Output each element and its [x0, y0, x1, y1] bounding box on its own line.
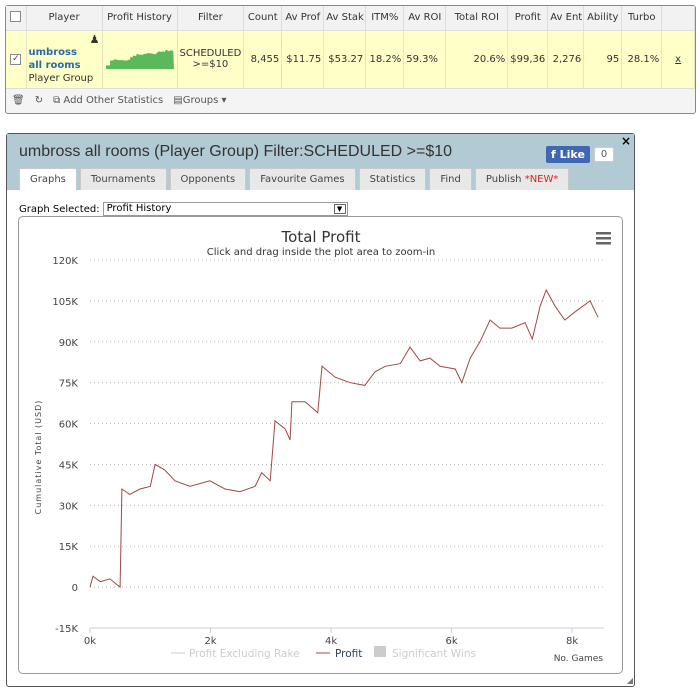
player-link[interactable]: umbross all rooms — [29, 46, 89, 72]
like-button[interactable]: f Like — [546, 146, 590, 163]
tab-opponents[interactable]: Opponents — [169, 168, 247, 190]
y-tick-label: 75K — [59, 379, 79, 390]
y-tick-label: 15K — [59, 542, 79, 553]
legend-sig-wins[interactable]: Significant Wins — [392, 648, 476, 660]
player-cell: ♟ umbross all rooms Player Group — [26, 29, 103, 88]
legend: Profit Excluding Rake Profit Significant… — [171, 646, 476, 660]
graph-select-label: Graph Selected: — [19, 203, 100, 215]
col-player[interactable]: Player — [26, 6, 103, 30]
player-sub: Player Group — [28, 73, 94, 85]
itm-cell: 18.2% — [365, 29, 405, 88]
count-cell: 8,455 — [243, 29, 283, 88]
col-av-entrants[interactable]: Av Ent — [547, 6, 585, 30]
y-tick-label: 120K — [52, 256, 78, 267]
groups-label: Groups — [182, 95, 219, 106]
legend-profit[interactable]: Profit — [335, 648, 362, 660]
chart-container: Total Profit Click and drag inside the p… — [18, 216, 623, 674]
refresh-icon[interactable]: ↻ — [35, 95, 43, 106]
tab-statistics[interactable]: Statistics — [358, 168, 427, 190]
chart-subtitle: Click and drag inside the plot area to z… — [207, 247, 435, 258]
total-roi-cell: 20.6% — [445, 29, 509, 88]
y-tick-label: 0 — [72, 583, 78, 594]
publish-label: Publish — [485, 174, 525, 185]
row-checkbox[interactable]: ✓ — [6, 29, 27, 88]
new-badge: *NEW* — [524, 174, 559, 185]
tab-find[interactable]: Find — [429, 168, 472, 190]
facebook-icon: f — [551, 148, 556, 161]
col-profit[interactable]: Profit — [507, 6, 549, 30]
chevron-down-icon[interactable]: ▼ — [333, 204, 346, 214]
panel-header: umbross all rooms (Player Group) Filter:… — [7, 134, 634, 190]
graph-select-value: Profit History — [106, 203, 172, 214]
series-line-profit — [89, 288, 599, 589]
col-av-stake[interactable]: Av Stak — [323, 6, 367, 30]
resize-handle[interactable]: ◢ — [627, 676, 633, 685]
profit-chart[interactable]: Total Profit Click and drag inside the p… — [19, 217, 622, 673]
col-turbo[interactable]: Turbo — [621, 6, 663, 30]
chart-title: Total Profit — [281, 228, 361, 246]
col-total-roi[interactable]: Total ROI — [445, 6, 509, 30]
remove-row-button[interactable]: x — [661, 29, 695, 88]
profit-sparkline — [102, 29, 178, 88]
filter-cell: SCHEDULED >=$10 — [177, 29, 245, 88]
facebook-like[interactable]: f Like 0 — [546, 146, 615, 163]
trash-icon[interactable]: 🗑 — [12, 95, 25, 106]
tab-graphs[interactable]: Graphs — [19, 168, 77, 190]
like-count: 0 — [593, 147, 615, 162]
like-label: Like — [559, 148, 585, 161]
x-axis-label: No. Games — [554, 654, 604, 664]
x-tick-label: 8k — [566, 636, 578, 647]
col-filter[interactable]: Filter — [177, 6, 245, 30]
y-axis-label: Cumulative Total (USD) — [34, 400, 43, 515]
groups-dropdown[interactable]: ▤Groups ▾ — [173, 95, 226, 106]
col-av-roi[interactable]: Av ROI — [403, 6, 447, 30]
x-tick-label: 0k — [84, 636, 96, 647]
col-count[interactable]: Count — [243, 6, 283, 30]
menu-icon[interactable] — [596, 232, 611, 245]
graph-panel: umbross all rooms (Player Group) Filter:… — [6, 133, 635, 687]
col-itm[interactable]: ITM% — [365, 6, 405, 30]
ability-cell: 95 — [583, 29, 623, 88]
y-tick-label: 45K — [59, 460, 79, 471]
tab-favourite-games[interactable]: Favourite Games — [249, 168, 356, 190]
player-icon: ♟ — [89, 33, 100, 47]
legend-swatch-sig-wins — [374, 646, 386, 657]
av-profit-cell: $11.75 — [281, 29, 325, 88]
add-stats-label: Add Other Statistics — [63, 95, 164, 106]
y-tick-label: -15K — [55, 624, 78, 635]
player-stats-table: Player Profit History Filter Count Av Pr… — [5, 5, 696, 114]
av-roi-cell: 59.3% — [403, 29, 447, 88]
col-ability[interactable]: Ability — [583, 6, 623, 30]
x-tick-label: 6k — [445, 636, 457, 647]
col-profit-history[interactable]: Profit History — [102, 6, 178, 30]
panel-title: umbross all rooms (Player Group) Filter:… — [19, 143, 453, 160]
sparkline-area — [105, 49, 174, 69]
tab-publish[interactable]: Publish *NEW* — [474, 168, 570, 190]
y-tick-label: 60K — [59, 420, 79, 431]
graph-select[interactable]: Profit History ▼ — [102, 202, 348, 216]
y-tick-label: 90K — [59, 338, 79, 349]
profit-cell: $99,36 — [507, 29, 549, 88]
col-av-profit[interactable]: Av Prof — [281, 6, 325, 30]
add-stats-button[interactable]: ⧉ Add Other Statistics — [53, 95, 163, 106]
legend-excl-rake[interactable]: Profit Excluding Rake — [189, 648, 300, 660]
close-icon[interactable]: × — [621, 134, 631, 148]
table-header-row: Player Profit History Filter Count Av Pr… — [6, 6, 695, 30]
av-stake-cell: $53.27 — [323, 29, 367, 88]
x-tick-label: 2k — [204, 636, 216, 647]
tab-tournaments[interactable]: Tournaments — [79, 168, 167, 190]
turbo-cell: 28.1% — [621, 29, 663, 88]
table-row[interactable]: ✓ ♟ umbross all rooms Player Group SCHED… — [6, 29, 695, 88]
av-entrants-cell: 2,276 — [547, 29, 585, 88]
y-tick-label: 105K — [52, 297, 78, 308]
x-tick-label: 4k — [325, 636, 337, 647]
select-all-checkbox[interactable] — [6, 6, 27, 30]
y-tick-label: 30K — [59, 501, 79, 512]
